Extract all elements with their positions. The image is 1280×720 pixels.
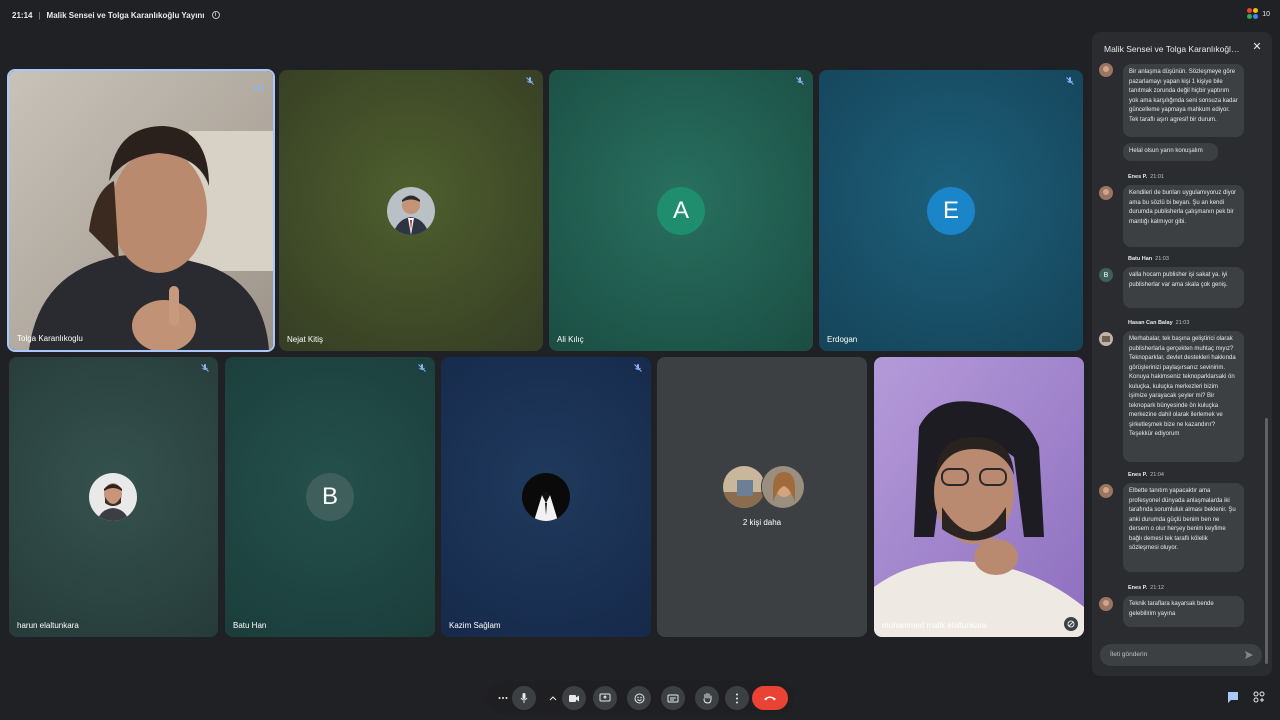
- info-icon[interactable]: i: [211, 11, 220, 19]
- meeting-title: Malik Sensei ve Tolga Karanlıkoğlu Yayın…: [46, 10, 205, 20]
- participant-name: Tolga Karanlıkoglu: [17, 334, 83, 343]
- participant-name: Nejat Kitiş: [287, 335, 324, 344]
- video-feed: [874, 357, 1084, 637]
- message-meta: Hasan Can Balay 21:03: [1128, 320, 1190, 326]
- meeting-header: 21:14 | Malik Sensei ve Tolga Karanlıkoğ…: [0, 0, 1090, 30]
- participant-tile-ali[interactable]: A Ali Kılıç: [549, 70, 813, 351]
- mic-off-icon: [201, 364, 209, 372]
- participant-tile-nejat[interactable]: Nejat Kitiş: [279, 70, 543, 351]
- mic-off-icon: [418, 364, 426, 372]
- avatar-letter: E: [927, 187, 975, 235]
- participant-tile-erdogan[interactable]: E Erdogan: [819, 70, 1083, 351]
- leave-call-button[interactable]: [752, 686, 788, 710]
- message-meta: Batu Han 21:03: [1128, 256, 1169, 262]
- avatar: [1099, 484, 1113, 498]
- message-meta: Enes P. 21:04: [1128, 472, 1164, 478]
- clock: 21:14: [12, 10, 33, 20]
- message-bubble: Bir anlaşma düşünün. Sözleşmeye göre paz…: [1123, 64, 1244, 137]
- message-list[interactable]: Bir anlaşma düşünün. Sözleşmeye göre paz…: [1092, 62, 1264, 632]
- message-bubble: Helal olsun yarın konuşalım: [1123, 143, 1218, 161]
- captions-button[interactable]: [661, 686, 685, 710]
- reactions-button[interactable]: [627, 686, 651, 710]
- message-input[interactable]: İleti gönderin: [1100, 644, 1262, 666]
- present-button[interactable]: [593, 686, 617, 710]
- avatar: [1099, 332, 1113, 346]
- avatar: [761, 465, 805, 509]
- mic-off-icon: [634, 364, 642, 372]
- participant-count: 10: [1262, 10, 1270, 18]
- participant-name: Kazim Sağlam: [449, 621, 501, 630]
- mic-off-icon: [526, 77, 534, 85]
- mic-off-icon: [1066, 77, 1074, 85]
- close-icon[interactable]: ✕: [1252, 42, 1262, 53]
- camera-button[interactable]: [562, 686, 586, 710]
- participant-tile-muhammed[interactable]: muhammed malik elaltunkara: [874, 357, 1084, 637]
- participant-tile-tolga[interactable]: Tolga Karanlıkoglu: [7, 69, 275, 352]
- separator: |: [38, 10, 41, 20]
- send-icon[interactable]: [1244, 650, 1254, 660]
- message-bubble: Merhabalar, tek başına geliştirici olara…: [1123, 331, 1244, 462]
- participant-tile-kazim[interactable]: Kazim Sağlam: [441, 357, 651, 637]
- more-participants-label: 2 kişi daha: [742, 518, 782, 527]
- avatar: B: [1099, 268, 1113, 282]
- hand-icon: [703, 693, 711, 704]
- avatar-letter: B: [306, 473, 354, 521]
- avatar: [89, 473, 137, 521]
- participant-tile-more[interactable]: 2 kişi daha: [657, 357, 867, 637]
- camera-icon: [569, 694, 579, 702]
- message-input-placeholder: İleti gönderin: [1110, 651, 1148, 658]
- call-controls: [487, 681, 794, 715]
- participant-tile-harun[interactable]: harun elaltunkara: [9, 357, 218, 637]
- message-bubble: valla hocam publisher işi sakat ya. iyi …: [1123, 267, 1244, 308]
- avatar: [522, 473, 570, 521]
- message-bubble: Kendileri de bunları uygulamıyoruz diyor…: [1123, 185, 1244, 247]
- speaking-indicator-icon: [253, 79, 265, 91]
- avatar: [1099, 597, 1113, 611]
- raise-hand-button[interactable]: [695, 686, 719, 710]
- chat-scrollbar[interactable]: [1265, 418, 1268, 664]
- participant-name: harun elaltunkara: [17, 621, 79, 630]
- avatar: [1099, 63, 1113, 77]
- mic-off-icon: [796, 77, 804, 85]
- participant-tile-batu-han[interactable]: B Batu Han: [225, 357, 435, 637]
- more-button[interactable]: [725, 686, 749, 710]
- end-call-icon: [764, 696, 776, 701]
- microphone-icon: [520, 693, 528, 703]
- chat-title: Malik Sensei ve Tolga Karanlıkoğlu Yayın…: [1104, 44, 1244, 54]
- vertical-ellipsis-icon: [736, 693, 738, 703]
- participants-button[interactable]: 10: [1247, 8, 1270, 20]
- captions-icon: [667, 694, 679, 702]
- chat-icon[interactable]: [1226, 690, 1242, 706]
- message-meta: Enes P. 21:12: [1128, 585, 1164, 591]
- chat-panel: Malik Sensei ve Tolga Karanlıkoğlu Yayın…: [1092, 32, 1272, 676]
- activities-icon[interactable]: [1252, 690, 1268, 706]
- avatar: [387, 187, 435, 235]
- people-icon: [1247, 8, 1259, 20]
- avatar-letter: A: [657, 187, 705, 235]
- message-bubble: Elbette tanıtım yapacaktır ama profesyon…: [1123, 483, 1244, 572]
- emoji-icon: [634, 693, 644, 703]
- avatar: [722, 465, 766, 509]
- more-options-button[interactable]: [495, 686, 511, 710]
- participant-name: muhammed malik elaltunkara: [882, 621, 987, 630]
- pin-icon[interactable]: [1064, 617, 1078, 631]
- participant-name: Batu Han: [233, 621, 267, 630]
- video-feed: [9, 71, 273, 350]
- camera-options-button[interactable]: [545, 686, 561, 710]
- ellipsis-icon: [498, 697, 508, 699]
- message-meta: Enes P. 21:01: [1128, 174, 1164, 180]
- message-bubble: Teknik taraflara kayarsak bende gelebili…: [1123, 596, 1244, 627]
- chevron-up-icon: [549, 695, 557, 700]
- avatar: [1099, 186, 1113, 200]
- present-screen-icon: [599, 693, 611, 702]
- participant-name: Ali Kılıç: [557, 335, 584, 344]
- microphone-button[interactable]: [512, 686, 536, 710]
- participant-name: Erdogan: [827, 335, 858, 344]
